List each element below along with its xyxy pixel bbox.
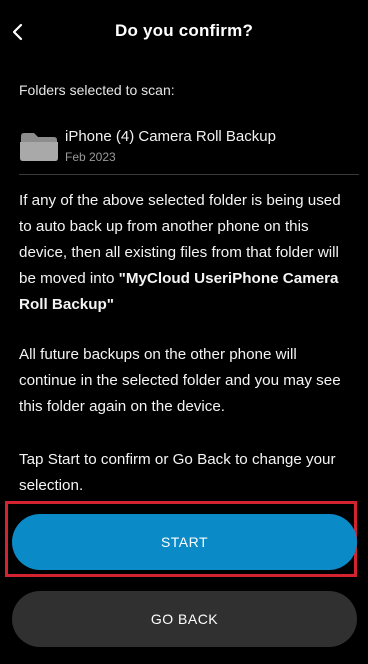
start-button[interactable]: START [12,514,357,570]
folders-selected-label: Folders selected to scan: [19,82,175,98]
folder-list-item: iPhone (4) Camera Roll Backup Feb 2023 [19,124,359,175]
folder-icon [20,133,58,161]
move-files-message: If any of the above selected folder is b… [19,188,355,318]
future-backups-message: All future backups on the other phone wi… [19,346,341,415]
page-title: Do you confirm? [114,21,254,40]
folder-name: iPhone (4) Camera Roll Backup [65,128,276,145]
go-back-button[interactable]: GO BACK [12,591,357,647]
folder-date: Feb 2023 [65,150,116,164]
instruction-message: Tap Start to confirm or Go Back to chang… [19,451,336,494]
header: Do you confirm? [0,0,368,64]
